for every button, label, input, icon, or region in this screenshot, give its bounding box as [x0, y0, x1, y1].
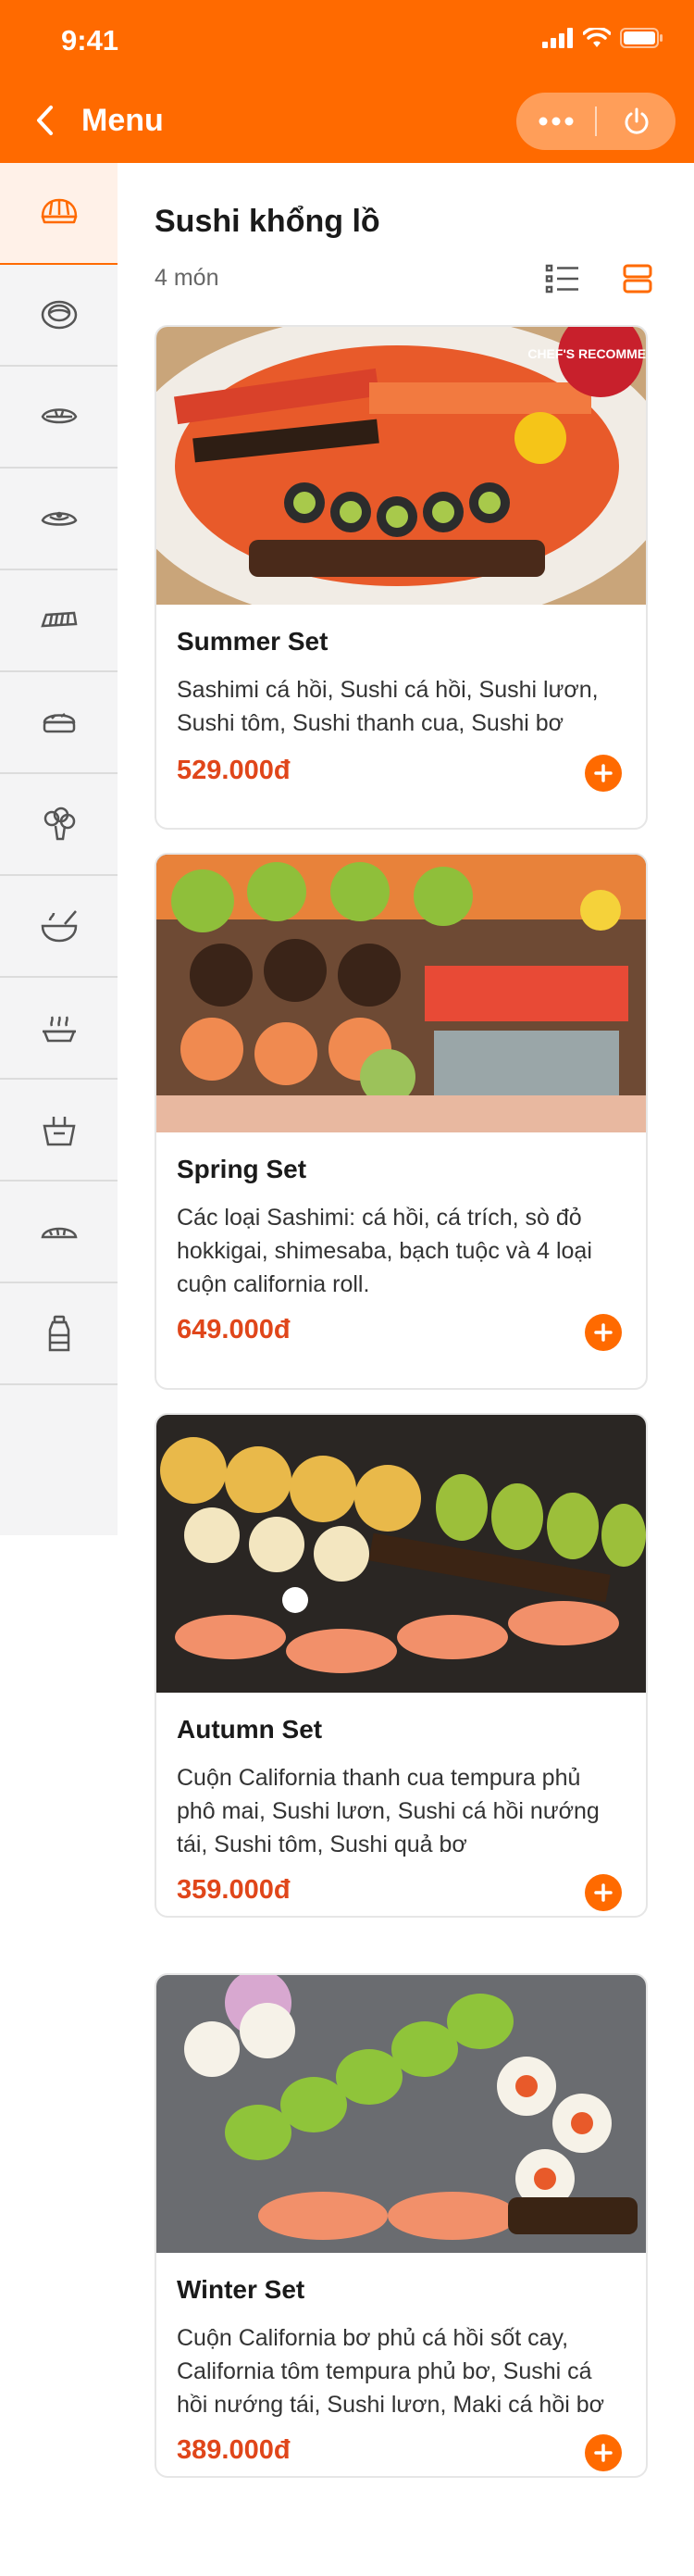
item-image — [156, 1415, 646, 1693]
item-description: Cuộn California thanh cua tempura phủ ph… — [177, 1765, 600, 1857]
sidebar-item-bento[interactable] — [0, 672, 118, 774]
sushi-icon — [41, 198, 77, 224]
item-price: 649.000đ — [177, 1315, 291, 1344]
fish-icon — [40, 611, 77, 628]
add-to-cart-button[interactable] — [585, 755, 622, 792]
chef-badge-text: CHEF'S RECOMMENDS — [527, 346, 646, 361]
menu-item-card[interactable]: Autumn Set Cuộn California thanh cua tem… — [155, 1413, 648, 1918]
nigiri-icon — [41, 408, 77, 424]
wifi-icon — [583, 28, 611, 47]
category-sidebar — [0, 163, 118, 1535]
item-price: 529.000đ — [177, 756, 291, 785]
item-image — [156, 855, 646, 1132]
sidebar-item-sushi[interactable] — [0, 163, 118, 265]
item-name: Spring Set — [177, 1155, 307, 1183]
item-name: Autumn Set — [177, 1715, 323, 1744]
status-time: 9:41 — [61, 24, 119, 56]
mini-program-capsule — [516, 93, 675, 150]
sidebar-item-nigiri-2[interactable] — [0, 469, 118, 570]
menu-item-card[interactable]: Winter Set Cuộn California bơ phủ cá hồi… — [155, 1973, 648, 2478]
sidebar-item-vegetable[interactable] — [0, 774, 118, 876]
item-name: Winter Set — [177, 2275, 305, 2304]
plus-icon — [594, 764, 613, 782]
status-icons — [542, 28, 664, 48]
close-button[interactable] — [597, 93, 675, 150]
sidebar-item-dumpling[interactable] — [0, 1182, 118, 1283]
item-price: 359.000đ — [177, 1875, 291, 1905]
plus-icon — [594, 1323, 613, 1342]
takeout-box-icon — [42, 1117, 76, 1146]
nigiri-2-icon — [41, 511, 77, 526]
sidebar-item-roll[interactable] — [0, 265, 118, 367]
more-button[interactable] — [516, 93, 595, 150]
item-description: Sashimi cá hồi, Sushi cá hồi, Sushi lươn… — [177, 677, 599, 736]
add-to-cart-button[interactable] — [585, 1314, 622, 1351]
item-image — [156, 1975, 646, 2253]
bottle-icon — [48, 1315, 69, 1352]
bento-icon — [43, 713, 75, 733]
hot-food-icon — [42, 1016, 76, 1043]
add-to-cart-button[interactable] — [585, 1874, 622, 1911]
sidebar-item-drink[interactable] — [0, 1283, 118, 1385]
battery-icon — [620, 28, 663, 48]
card-view-icon — [623, 264, 652, 294]
plus-icon — [594, 2444, 613, 2462]
page-title: Menu — [81, 103, 164, 138]
item-description: Các loại Sashimi: cá hồi, cá trích, sò đ… — [177, 1205, 592, 1297]
card-view-button[interactable] — [622, 263, 653, 294]
menu-item-card[interactable]: Spring Set Các loại Sashimi: cá hồi, cá … — [155, 853, 648, 1390]
soup-bowl-icon — [41, 910, 77, 943]
item-image: CHEF'S RECOMMENDS — [156, 327, 646, 605]
item-body: Autumn Set Cuộn California thanh cua tem… — [156, 1693, 646, 1861]
add-to-cart-button[interactable] — [585, 2434, 622, 2471]
item-price: 389.000đ — [177, 2435, 291, 2465]
sidebar-item-takeout[interactable] — [0, 1080, 118, 1182]
category-title: Sushi khổng lồ — [155, 204, 380, 239]
sidebar-item-soup[interactable] — [0, 876, 118, 978]
item-body: Winter Set Cuộn California bơ phủ cá hồi… — [156, 2253, 646, 2421]
dumpling-icon — [41, 1227, 77, 1239]
menu-item-card[interactable]: CHEF'S RECOMMENDS Summer Set Sashimi cá … — [155, 325, 648, 830]
sidebar-item-nigiri[interactable] — [0, 367, 118, 469]
list-view-button[interactable] — [545, 263, 580, 294]
back-button[interactable] — [26, 102, 63, 139]
item-description: Cuộn California bơ phủ cá hồi sốt cay, C… — [177, 2325, 605, 2418]
item-body: Summer Set Sashimi cá hồi, Sushi cá hồi,… — [156, 605, 646, 740]
item-name: Summer Set — [177, 627, 328, 656]
item-count: 4 món — [155, 265, 219, 291]
sidebar-item-hot-food[interactable] — [0, 978, 118, 1080]
roll-icon — [41, 300, 77, 330]
chevron-left-icon — [37, 106, 53, 135]
signal-icon — [542, 28, 573, 48]
item-body: Spring Set Các loại Sashimi: cá hồi, cá … — [156, 1132, 646, 1301]
app-header: 9:41 Menu — [0, 0, 694, 163]
more-dots-icon — [539, 117, 573, 126]
broccoli-icon — [43, 807, 75, 841]
power-icon — [625, 107, 648, 134]
list-view-icon — [545, 264, 578, 294]
plus-icon — [594, 1883, 613, 1902]
sidebar-item-fish[interactable] — [0, 570, 118, 672]
